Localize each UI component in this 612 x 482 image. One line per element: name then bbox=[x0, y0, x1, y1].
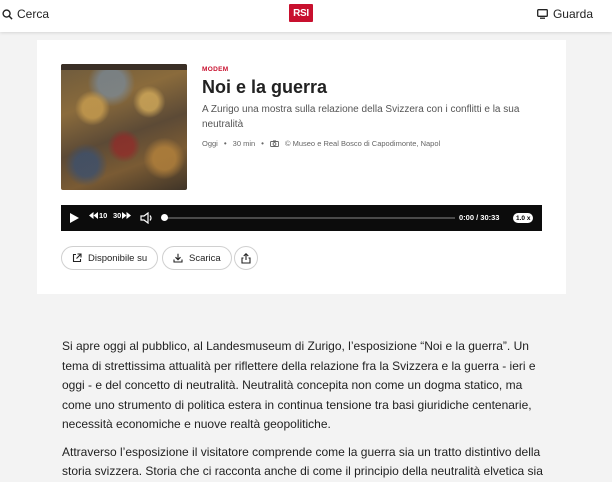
rewind-label: 10 bbox=[99, 211, 108, 220]
top-bar: Cerca RSI Guarda bbox=[0, 0, 612, 32]
download-button[interactable]: Scarica bbox=[162, 246, 232, 270]
audio-player: 10 30 0:00 / 30:33 1.0 x bbox=[61, 205, 542, 231]
search-button[interactable]: Cerca bbox=[2, 7, 49, 21]
meta-separator: • bbox=[223, 139, 227, 148]
forward-label: 30 bbox=[113, 211, 122, 220]
external-link-icon bbox=[72, 253, 82, 263]
episode-card: MODEM Noi e la guerra A Zurigo una mostr… bbox=[37, 40, 566, 294]
progress-handle[interactable] bbox=[161, 214, 168, 221]
available-on-button[interactable]: Disponibile su bbox=[61, 246, 159, 270]
watch-label: Guarda bbox=[552, 7, 593, 21]
forward-button[interactable]: 30 bbox=[113, 211, 132, 220]
download-label: Scarica bbox=[189, 252, 221, 264]
download-icon bbox=[173, 253, 183, 263]
episode-category[interactable]: MODEM bbox=[202, 66, 228, 73]
episode-date: Oggi bbox=[202, 139, 218, 148]
rsi-logo[interactable]: RSI bbox=[289, 4, 313, 22]
time-separator: / bbox=[476, 213, 479, 222]
share-button[interactable] bbox=[234, 246, 258, 270]
play-icon[interactable] bbox=[68, 212, 80, 224]
rewind-button[interactable]: 10 bbox=[89, 211, 107, 220]
image-credit: © Museo e Real Bosco di Capodimonte, Nap… bbox=[284, 139, 441, 148]
speed-button[interactable]: 1.0 x bbox=[513, 213, 534, 223]
episode-duration: 30 min bbox=[232, 139, 256, 148]
available-on-label: Disponibile su bbox=[88, 252, 148, 264]
article-paragraph: Si apre oggi al pubblico, al Landesmuseu… bbox=[62, 339, 536, 431]
forward-icon bbox=[122, 212, 132, 219]
progress-track[interactable] bbox=[163, 217, 455, 219]
tv-icon bbox=[537, 9, 548, 19]
volume-icon[interactable] bbox=[140, 212, 154, 224]
episode-thumbnail[interactable] bbox=[61, 64, 187, 190]
watch-button[interactable]: Guarda bbox=[537, 7, 593, 21]
episode-title: Noi e la guerra bbox=[202, 77, 328, 97]
episode-subtitle: A Zurigo una mostra sulla relazione dell… bbox=[202, 104, 520, 130]
article-body: Si apre oggi al pubblico, al Landesmuseu… bbox=[62, 337, 547, 482]
total-time: 30:33 bbox=[480, 213, 500, 222]
time-display: 0:00 / 30:33 bbox=[459, 213, 499, 222]
article-paragraph: Attraverso l’esposizione il visitatore c… bbox=[62, 444, 543, 479]
rewind-icon bbox=[89, 212, 98, 219]
search-label: Cerca bbox=[17, 7, 50, 21]
meta-separator: • bbox=[261, 139, 264, 148]
share-icon bbox=[241, 252, 251, 264]
episode-meta: Oggi • 30 min • © Museo e Real Bosco di … bbox=[202, 139, 440, 148]
current-time: 0:00 bbox=[459, 213, 475, 222]
search-icon bbox=[2, 8, 13, 20]
camera-icon bbox=[270, 140, 279, 147]
